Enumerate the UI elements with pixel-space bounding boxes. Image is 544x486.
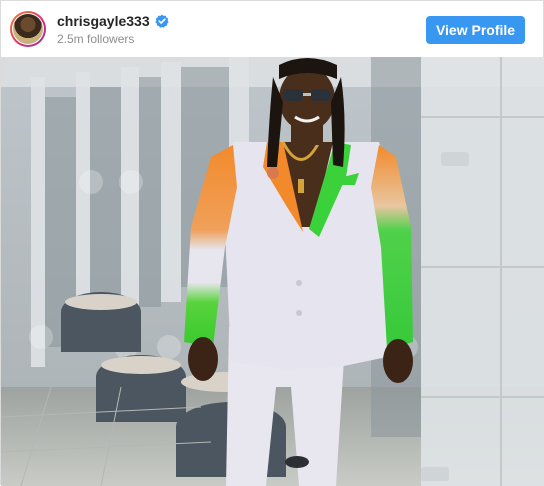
- avatar[interactable]: [10, 11, 46, 47]
- avatar-ring: [12, 13, 44, 45]
- post-header: chrisgayle333 2.5m followers View Profil…: [1, 1, 544, 57]
- post-photo[interactable]: [1, 57, 544, 486]
- account-meta: chrisgayle333 2.5m followers: [57, 12, 169, 47]
- instagram-embed-card: chrisgayle333 2.5m followers View Profil…: [0, 0, 544, 486]
- verified-badge-icon: [155, 14, 169, 28]
- name-row: chrisgayle333: [57, 12, 169, 30]
- follower-count: 2.5m followers: [57, 31, 135, 46]
- view-profile-button[interactable]: View Profile: [426, 16, 525, 44]
- avatar-photo: [13, 14, 43, 44]
- username[interactable]: chrisgayle333: [57, 12, 150, 30]
